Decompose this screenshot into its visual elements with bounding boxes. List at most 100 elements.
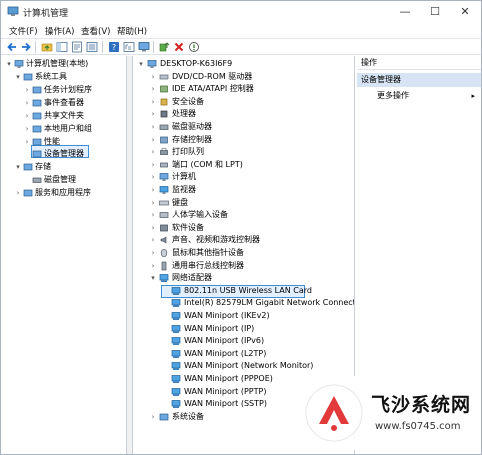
chevron-right-icon[interactable]: ›: [23, 97, 31, 109]
chevron-right-icon[interactable]: ›: [149, 209, 157, 221]
forward-arrow-icon[interactable]: [20, 41, 32, 53]
sound-icon: [160, 236, 167, 244]
chevron-right-icon[interactable]: ›: [149, 159, 157, 171]
tree-node-icon: [32, 150, 42, 158]
chevron-down-icon[interactable]: ▾: [5, 58, 13, 70]
chevron-right-icon[interactable]: ›: [149, 96, 157, 108]
network-adapter-icon: [171, 400, 181, 409]
watermark-brand: 飞沙系统网: [371, 394, 472, 416]
chevron-right-icon[interactable]: ›: [23, 110, 31, 122]
tree-node-icon: [32, 86, 42, 94]
chevron-right-icon[interactable]: ›: [23, 136, 31, 148]
tree-node-icon: [23, 163, 33, 171]
chevron-right-icon[interactable]: ›: [149, 71, 157, 83]
chevron-down-icon[interactable]: ▾: [149, 272, 157, 284]
actions-section-device-manager[interactable]: 设备管理器: [357, 73, 481, 87]
device-label: IDE ATA/ATAPI 控制器: [172, 84, 254, 94]
console-tree-label: 系统工具: [35, 72, 67, 81]
device-label: 802.11n USB Wireless LAN Card: [184, 285, 312, 295]
tree-node-icon: [32, 138, 42, 146]
device-label: Intel(R) 82579LM Gigabit Network Connect…: [184, 298, 355, 308]
mouse-icon: [160, 248, 168, 258]
device-label: WAN Miniport (PPTP): [184, 386, 267, 396]
menu-action[interactable]: 操作(A): [45, 25, 74, 37]
print-queue-icon: [160, 148, 168, 156]
chevron-right-icon[interactable]: ›: [149, 222, 157, 234]
tree-node-icon: [23, 189, 33, 197]
console-tree-label: 任务计划程序: [44, 85, 92, 94]
chevron-right-icon[interactable]: ›: [149, 171, 157, 183]
chevron-right-icon[interactable]: ›: [149, 146, 157, 158]
chevron-right-icon[interactable]: ›: [149, 260, 157, 272]
chevron-right-icon[interactable]: ›: [14, 187, 22, 199]
chevron-right-icon[interactable]: ›: [149, 234, 157, 246]
chevron-right-icon[interactable]: ›: [149, 108, 157, 120]
chevron-down-icon[interactable]: ▾: [14, 71, 22, 83]
chevron-right-icon[interactable]: ›: [149, 134, 157, 146]
toolbar-separator: [35, 41, 36, 53]
console-tree-pane: ▾ 计算机管理(本地) ▾ 系统工具 › 任务计划程序 › 事件查看器 › 共享文件夹 › 本地用户和…: [2, 56, 127, 454]
chevron-right-icon[interactable]: ›: [149, 121, 157, 133]
chevron-down-icon[interactable]: ▾: [137, 58, 145, 70]
update-driver-icon[interactable]: [158, 41, 170, 53]
console-tree-label: 事件查看器: [44, 98, 84, 107]
window-title: 计算机管理: [23, 9, 69, 19]
chevron-right-icon[interactable]: ›: [149, 197, 157, 209]
site-logo-icon: [305, 384, 363, 442]
properties-icon[interactable]: [71, 41, 83, 53]
tree-node-icon: [14, 60, 24, 68]
storage-controller-icon: [160, 136, 168, 143]
device-label: 声音、视频和游戏控制器: [172, 235, 260, 245]
toolbar-separator: [153, 41, 154, 53]
console-tree-label: 磁盘管理: [44, 175, 76, 184]
back-arrow-icon[interactable]: [6, 41, 18, 53]
chevron-down-icon[interactable]: ▾: [14, 161, 22, 173]
monitor-icon[interactable]: [138, 41, 150, 53]
device-label: DESKTOP-K63I6F9: [160, 59, 233, 68]
maximize-button[interactable]: ☐: [427, 4, 443, 19]
chevron-right-icon[interactable]: ›: [149, 411, 157, 423]
more-actions-label: 更多操作: [377, 91, 409, 100]
security-device-icon: [160, 98, 168, 106]
device-label: 打印队列: [172, 147, 204, 157]
uninstall-icon[interactable]: [173, 41, 185, 53]
minimize-button[interactable]: —: [397, 4, 413, 19]
show-hide-tree-icon[interactable]: [56, 41, 68, 53]
chevron-right-icon[interactable]: ›: [23, 123, 31, 135]
device-label: WAN Miniport (L2TP): [184, 348, 267, 358]
device-label: WAN Miniport (PPPOE): [184, 374, 273, 383]
watermark: 飞沙系统网 www.fs0745.com: [297, 376, 475, 450]
menu-view[interactable]: 查看(V): [81, 25, 110, 37]
ide-controller-icon: [160, 85, 168, 93]
console-tree-label: 性能: [44, 137, 60, 146]
network-adapter-icon: [159, 274, 169, 283]
chevron-right-icon[interactable]: ›: [149, 83, 157, 95]
device-label: WAN Miniport (IP): [184, 323, 255, 333]
list-view-icon[interactable]: [86, 41, 98, 53]
processor-icon: [160, 111, 168, 118]
tree-view-icon[interactable]: [123, 41, 135, 53]
network-adapter-icon: [171, 375, 181, 383]
up-folder-icon[interactable]: [41, 41, 53, 53]
device-label: 监视器: [172, 185, 196, 194]
network-adapter-icon: [171, 387, 181, 396]
more-actions-item[interactable]: 更多操作 ▸: [357, 89, 481, 103]
menu-help[interactable]: 帮助(H): [117, 25, 147, 37]
device-label: 存储控制器: [172, 134, 212, 144]
device-label: 网络适配器: [172, 273, 212, 283]
hid-icon: [159, 212, 169, 219]
network-adapter-icon: [171, 286, 181, 295]
toolbar-separator: [102, 41, 103, 53]
chevron-right-icon[interactable]: ›: [149, 247, 157, 259]
port-icon: [160, 162, 168, 168]
enable-device-icon[interactable]: [188, 41, 200, 53]
close-button[interactable]: ✕: [457, 4, 473, 19]
chevron-right-icon[interactable]: ›: [23, 84, 31, 96]
help-icon[interactable]: ?: [108, 41, 120, 53]
device-label: 系统设备: [172, 411, 204, 421]
chevron-right-icon[interactable]: ›: [149, 184, 157, 196]
tree-node-icon: [32, 112, 42, 120]
svg-text:?: ?: [112, 43, 116, 52]
menu-file[interactable]: 文件(F): [9, 25, 38, 37]
device-label: 键盘: [172, 197, 188, 207]
